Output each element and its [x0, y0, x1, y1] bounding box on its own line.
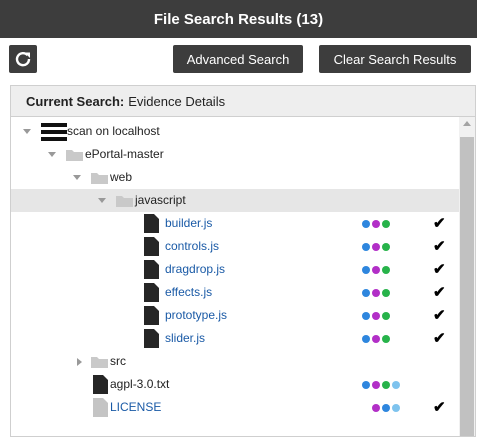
current-search-value: Evidence Details: [128, 93, 226, 109]
status-dots: [362, 335, 390, 343]
status-dots: [362, 289, 390, 297]
status-dot: [362, 220, 370, 228]
tree-item-label[interactable]: effects.js: [165, 281, 212, 304]
current-search-label: Current Search:: [26, 93, 125, 109]
current-search-header: Current Search: Evidence Details: [11, 86, 475, 117]
results-panel: Current Search: Evidence Details scan on…: [10, 85, 476, 437]
tree-item-label[interactable]: dragdrop.js: [165, 258, 225, 281]
file-icon: [93, 375, 108, 397]
file-tree: scan on localhost ePortal-master web javasc…: [11, 117, 459, 436]
tree-item-label[interactable]: prototype.js: [165, 304, 227, 327]
window-title: File Search Results (13): [0, 0, 477, 38]
checkmark-icon: ✔: [433, 261, 446, 278]
tree-row[interactable]: web: [11, 166, 459, 189]
collapse-arrow-icon[interactable]: [73, 175, 81, 180]
folder-icon: [116, 195, 133, 210]
file-icon: [144, 260, 159, 282]
tree-item-label[interactable]: builder.js: [165, 212, 212, 235]
status-dot: [362, 335, 370, 343]
collapse-arrow-icon[interactable]: [48, 152, 56, 157]
server-icon: [41, 122, 67, 145]
status-dot: [382, 404, 390, 412]
status-dot: [372, 243, 380, 251]
status-dots: [372, 404, 400, 412]
status-dots: [362, 243, 390, 251]
tree-row[interactable]: LICENSE ✔: [11, 396, 459, 419]
checkmark-icon: ✔: [433, 215, 446, 232]
refresh-button[interactable]: [9, 45, 37, 73]
tree-row[interactable]: builder.js ✔: [11, 212, 459, 235]
status-dot: [372, 335, 380, 343]
tree-row[interactable]: src: [11, 350, 459, 373]
tree-row[interactable]: scan on localhost: [11, 120, 459, 143]
status-dot: [372, 381, 380, 389]
status-dot: [382, 220, 390, 228]
status-dot: [372, 266, 380, 274]
scroll-up-arrow-icon[interactable]: [463, 121, 471, 126]
status-dot: [382, 312, 390, 320]
tree-row[interactable]: agpl-3.0.txt: [11, 373, 459, 396]
tree-item-label[interactable]: controls.js: [165, 235, 219, 258]
file-icon: [144, 237, 159, 259]
folder-icon: [91, 356, 108, 371]
tree-item-label[interactable]: scan on localhost: [67, 120, 160, 143]
file-icon: [144, 329, 159, 351]
status-dot: [362, 289, 370, 297]
status-dot: [382, 335, 390, 343]
advanced-search-button[interactable]: Advanced Search: [173, 45, 303, 73]
tree-item-label[interactable]: agpl-3.0.txt: [110, 373, 169, 396]
status-dot: [392, 381, 400, 389]
vertical-scrollbar[interactable]: [459, 117, 475, 436]
checkmark-icon: ✔: [433, 399, 446, 416]
status-dot: [392, 404, 400, 412]
tree-row[interactable]: prototype.js ✔: [11, 304, 459, 327]
status-dots: [362, 312, 390, 320]
file-icon: [144, 306, 159, 328]
tree-row[interactable]: controls.js ✔: [11, 235, 459, 258]
status-dots: [362, 381, 400, 389]
file-light-icon: [93, 398, 108, 420]
status-dot: [372, 404, 380, 412]
tree-row[interactable]: ePortal-master: [11, 143, 459, 166]
tree-item-label[interactable]: ePortal-master: [85, 143, 164, 166]
status-dot: [372, 220, 380, 228]
clear-search-results-button[interactable]: Clear Search Results: [319, 45, 471, 73]
status-dot: [362, 312, 370, 320]
file-icon: [144, 214, 159, 236]
tree-item-label[interactable]: src: [110, 350, 126, 373]
refresh-icon: [15, 52, 31, 67]
toolbar: Advanced Search Clear Search Results: [0, 38, 477, 80]
status-dots: [362, 220, 390, 228]
checkmark-icon: ✔: [433, 284, 446, 301]
checkmark-icon: ✔: [433, 307, 446, 324]
status-dot: [362, 266, 370, 274]
status-dot: [362, 243, 370, 251]
tree-row[interactable]: effects.js ✔: [11, 281, 459, 304]
folder-icon: [91, 172, 108, 187]
scroll-thumb[interactable]: [460, 137, 474, 436]
checkmark-icon: ✔: [433, 330, 446, 347]
status-dot: [382, 381, 390, 389]
tree-item-label[interactable]: slider.js: [165, 327, 205, 350]
status-dot: [382, 289, 390, 297]
status-dot: [382, 243, 390, 251]
tree-item-label[interactable]: LICENSE: [110, 396, 161, 419]
collapse-arrow-icon[interactable]: [98, 198, 106, 203]
tree-row[interactable]: slider.js ✔: [11, 327, 459, 350]
status-dot: [372, 289, 380, 297]
tree-row[interactable]: dragdrop.js ✔: [11, 258, 459, 281]
expand-arrow-icon[interactable]: [77, 358, 82, 366]
tree-row[interactable]: javascript: [11, 189, 459, 212]
tree-item-label[interactable]: javascript: [135, 189, 186, 212]
folder-icon: [66, 149, 83, 164]
tree-item-label[interactable]: web: [110, 166, 132, 189]
status-dot: [382, 266, 390, 274]
file-icon: [144, 283, 159, 305]
status-dot: [362, 381, 370, 389]
checkmark-icon: ✔: [433, 238, 446, 255]
status-dot: [372, 312, 380, 320]
collapse-arrow-icon[interactable]: [23, 129, 31, 134]
status-dots: [362, 266, 390, 274]
